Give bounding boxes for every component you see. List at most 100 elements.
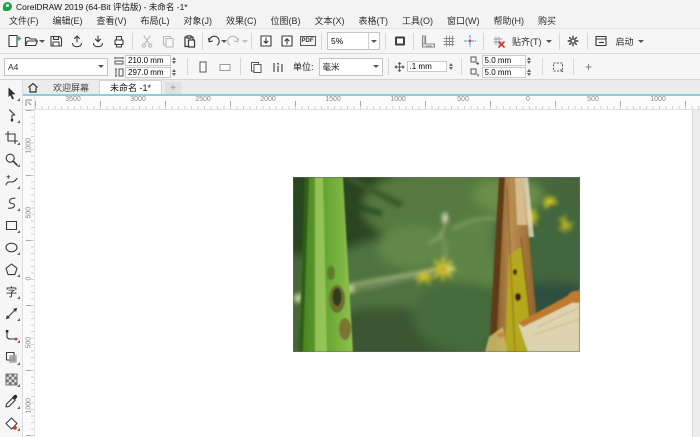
menu-item[interactable]: 布局(L) [134,13,177,28]
new-document-button[interactable] [3,31,24,52]
redo-button[interactable] [227,31,248,52]
dimension-tool-icon [4,306,19,321]
units-select[interactable]: 毫米 [319,58,383,76]
menu-item[interactable]: 对象(J) [177,13,220,28]
cut-button[interactable] [136,31,157,52]
page-height-spinner[interactable] [172,69,179,76]
duplicate-y-spinner[interactable] [527,69,534,76]
rectangle-tool[interactable] [1,214,22,236]
save-button[interactable] [45,31,66,52]
docker-edge[interactable] [692,110,700,437]
horizontal-ruler[interactable]: 350030002500200015001000500050010001500 [35,96,700,110]
new-tab-button[interactable]: + [165,82,181,94]
polygon-tool[interactable] [1,258,22,280]
duplicate-x-input[interactable] [482,55,526,66]
ruler-tick-label: 0 [526,96,530,103]
show-grid-button[interactable] [438,31,459,52]
nudge-spinner[interactable] [449,63,456,70]
launch-menu-button[interactable]: 启动 [612,31,648,51]
interactive-fill-tool[interactable] [1,412,22,434]
drawing-canvas[interactable] [35,110,692,437]
cloud-download-button[interactable] [87,31,108,52]
print-button[interactable] [108,31,129,52]
ruler-tick-label: 2000 [260,96,276,103]
button-label: 贴齐(T) [512,35,542,48]
menu-item[interactable]: 编辑(E) [46,13,90,28]
menu-item[interactable]: 帮助(H) [487,13,532,28]
ellipse-tool[interactable] [1,236,22,258]
launch-panel-button[interactable] [591,31,612,52]
tab-label: 未命名 -1* [110,81,151,94]
chevron-down-icon [373,65,379,68]
chevron-down-icon [546,40,552,43]
toolbar-separator [483,33,484,50]
drop-shadow-tool[interactable] [1,346,22,368]
menu-item[interactable]: 窗口(W) [440,13,487,28]
duplicate-x-spinner[interactable] [527,57,534,64]
crop-tool-icon [4,130,19,145]
cloud-upload-button[interactable] [66,31,87,52]
vertical-ruler[interactable]: 100050005001000 [23,110,35,437]
chevron-down-icon[interactable] [368,32,379,50]
page-width-spinner[interactable] [172,57,179,64]
snap-menu-button[interactable]: 贴齐(T) [508,31,556,51]
duplicate-y-input[interactable] [482,67,526,78]
menu-item[interactable]: 表格(T) [352,13,396,28]
menu-item[interactable]: 购买 [531,13,563,28]
toolbar-separator [413,33,414,50]
ruler-tick-label: 1000 [390,96,406,103]
tab-welcome-screen[interactable]: 欢迎屏幕 [43,80,99,94]
menu-item[interactable]: 效果(C) [219,13,264,28]
snap-off-button[interactable] [487,31,508,52]
shape-tool[interactable] [1,104,22,126]
zoom-level-combo[interactable] [327,32,380,50]
dimension-tool[interactable] [1,302,22,324]
ellipse-tool-icon [4,240,19,255]
copy-button[interactable] [157,31,178,52]
publish-pdf-button[interactable]: PDF [297,31,318,52]
ruler-tick-label: 1000 [26,404,33,414]
document-area: 欢迎屏幕 未命名 -1* + 3500300025002000150010005… [23,80,700,437]
page-width-input[interactable] [125,55,171,66]
home-button[interactable] [23,80,43,94]
menu-item[interactable]: 工具(O) [395,13,440,28]
propbar-separator [542,58,543,75]
show-rulers-button[interactable] [417,31,438,52]
menu-item[interactable]: 位图(B) [264,13,308,28]
zoom-tool[interactable] [1,148,22,170]
menu-item[interactable]: 查看(V) [90,13,134,28]
transparency-tool[interactable] [1,368,22,390]
treat-as-filled-button[interactable] [548,57,568,77]
connector-tool[interactable] [1,324,22,346]
crop-tool[interactable] [1,126,22,148]
import-button[interactable] [255,31,276,52]
page-size-select[interactable]: A4 [4,58,108,76]
ruler-origin-icon[interactable] [23,96,35,110]
nudge-distance-input[interactable] [407,61,447,72]
open-document-button[interactable] [24,31,45,52]
curve-tool[interactable] [1,192,22,214]
placed-photo[interactable] [293,177,580,352]
menu-item[interactable]: 文件(F) [2,13,46,28]
freehand-tool[interactable] [1,170,22,192]
fullscreen-preview-button[interactable] [389,31,410,52]
add-property-button[interactable]: + [579,57,599,77]
rectangle-tool-icon [4,218,19,233]
zoom-level-input[interactable] [328,33,368,49]
show-guidelines-button[interactable] [459,31,480,52]
text-tool[interactable]: 字 [1,280,22,302]
all-pages-layout-button[interactable] [246,57,266,77]
undo-button[interactable] [206,31,227,52]
eyedropper-tool[interactable] [1,390,22,412]
options-button[interactable] [563,31,584,52]
menu-item[interactable]: 文本(X) [308,13,352,28]
export-button[interactable] [276,31,297,52]
pdf-icon: PDF [300,36,316,46]
landscape-orientation-button[interactable] [215,57,235,77]
page-height-input[interactable] [125,67,171,78]
tab-untitled-1[interactable]: 未命名 -1* [99,80,162,94]
paste-button[interactable] [178,31,199,52]
page-markers-button[interactable] [268,57,288,77]
portrait-orientation-button[interactable] [193,57,213,77]
pick-tool[interactable] [1,82,22,104]
